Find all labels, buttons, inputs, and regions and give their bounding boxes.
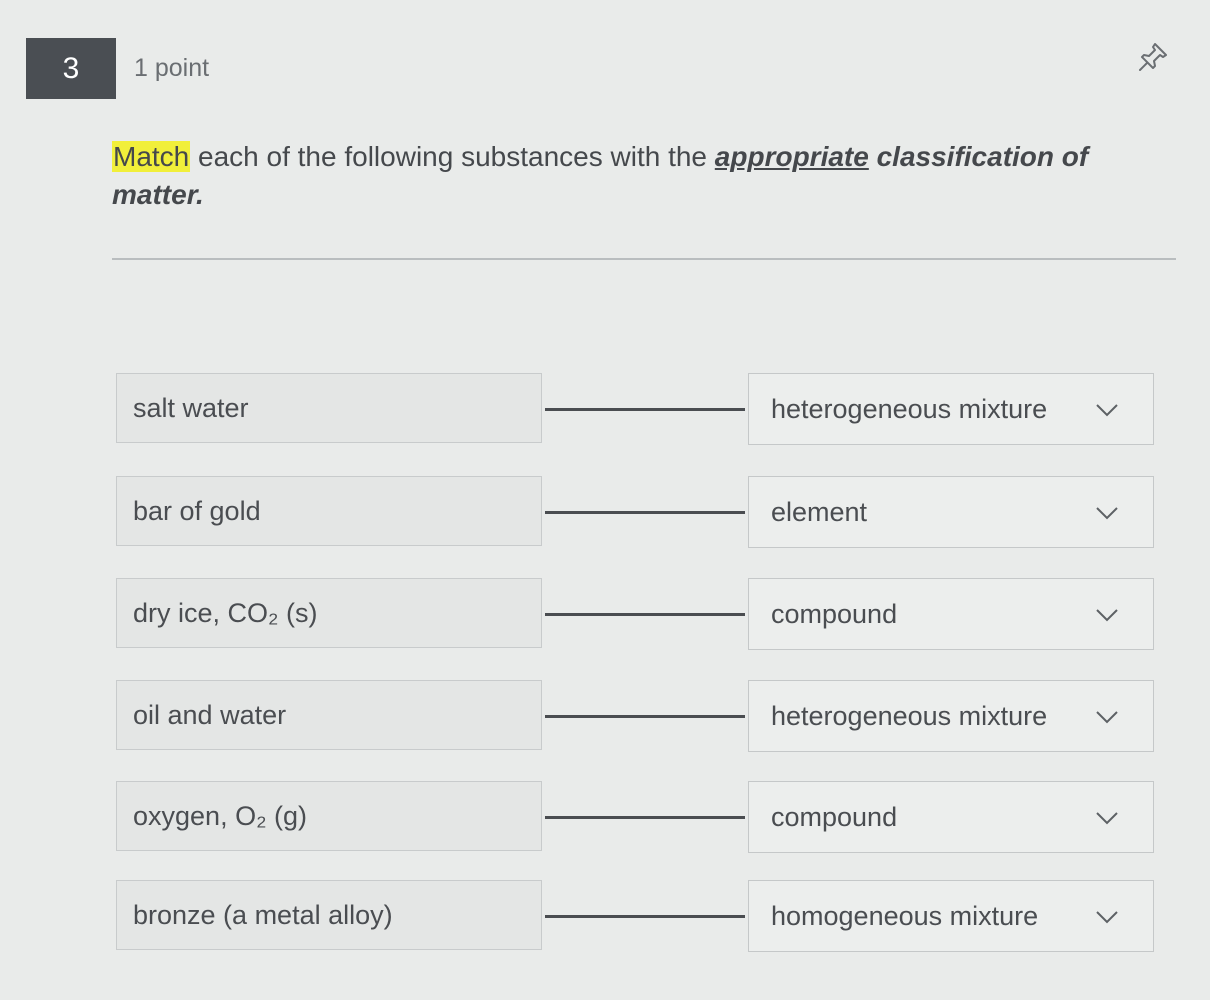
highlighted-word: Match <box>112 141 191 172</box>
chevron-down-icon <box>1096 711 1118 724</box>
prompt-item: dry ice, CO₂ (s) <box>116 578 542 648</box>
prompt-label: oil and water <box>133 699 287 730</box>
match-row: oxygen, O₂ (g) compound <box>0 781 1210 853</box>
chevron-down-icon <box>1096 911 1118 924</box>
answer-selected-value: compound <box>771 598 898 629</box>
prompt-item: oxygen, O₂ (g) <box>116 781 542 851</box>
match-row: oil and water heterogeneous mixture <box>0 680 1210 752</box>
answer-selected-value: element <box>771 496 868 527</box>
answer-selected-value: heterogeneous mixture <box>771 700 1048 731</box>
prompt-label: bronze (a metal alloy) <box>133 899 393 930</box>
chevron-down-icon <box>1096 404 1118 417</box>
answer-selected-value: homogeneous mixture <box>771 900 1039 931</box>
match-row: dry ice, CO₂ (s) compound <box>0 578 1210 650</box>
answer-dropdown[interactable]: heterogeneous mixture <box>748 373 1154 445</box>
question-points: 1 point <box>134 54 210 82</box>
answer-dropdown[interactable]: homogeneous mixture <box>748 880 1154 952</box>
connector-line <box>545 511 745 514</box>
answer-dropdown[interactable]: heterogeneous mixture <box>748 680 1154 752</box>
prompt-item: salt water <box>116 373 542 443</box>
question-number: 3 <box>26 38 116 99</box>
prompt-item: bronze (a metal alloy) <box>116 880 542 950</box>
connector-line <box>545 408 745 411</box>
connector-line <box>545 613 745 616</box>
divider <box>112 258 1176 260</box>
prompt-label: bar of gold <box>133 495 261 526</box>
prompt-label: salt water <box>133 392 249 423</box>
chevron-down-icon <box>1096 507 1118 520</box>
answer-selected-value: compound <box>771 801 898 832</box>
prompt-label: oxygen, O₂ (g) <box>133 800 308 831</box>
match-row: bronze (a metal alloy) homogeneous mixtu… <box>0 880 1210 952</box>
answer-selected-value: heterogeneous mixture <box>771 393 1048 424</box>
answer-dropdown[interactable]: compound <box>748 781 1154 853</box>
answer-dropdown[interactable]: compound <box>748 578 1154 650</box>
prompt-item: oil and water <box>116 680 542 750</box>
question-text-mid: each of the following substances with th… <box>190 141 715 172</box>
prompt-label: dry ice, CO₂ (s) <box>133 597 318 628</box>
match-row: bar of gold element <box>0 476 1210 548</box>
emphasized-word: appropriate <box>714 141 869 172</box>
chevron-down-icon <box>1096 812 1118 825</box>
connector-line <box>545 915 745 918</box>
match-row: salt water heterogeneous mixture <box>0 373 1210 445</box>
chevron-down-icon <box>1096 609 1118 622</box>
prompt-item: bar of gold <box>116 476 542 546</box>
question-text: Match each of the following substances w… <box>112 138 1132 214</box>
answer-dropdown[interactable]: element <box>748 476 1154 548</box>
connector-line <box>545 715 745 718</box>
connector-line <box>545 816 745 819</box>
pin-icon[interactable] <box>1136 40 1170 74</box>
